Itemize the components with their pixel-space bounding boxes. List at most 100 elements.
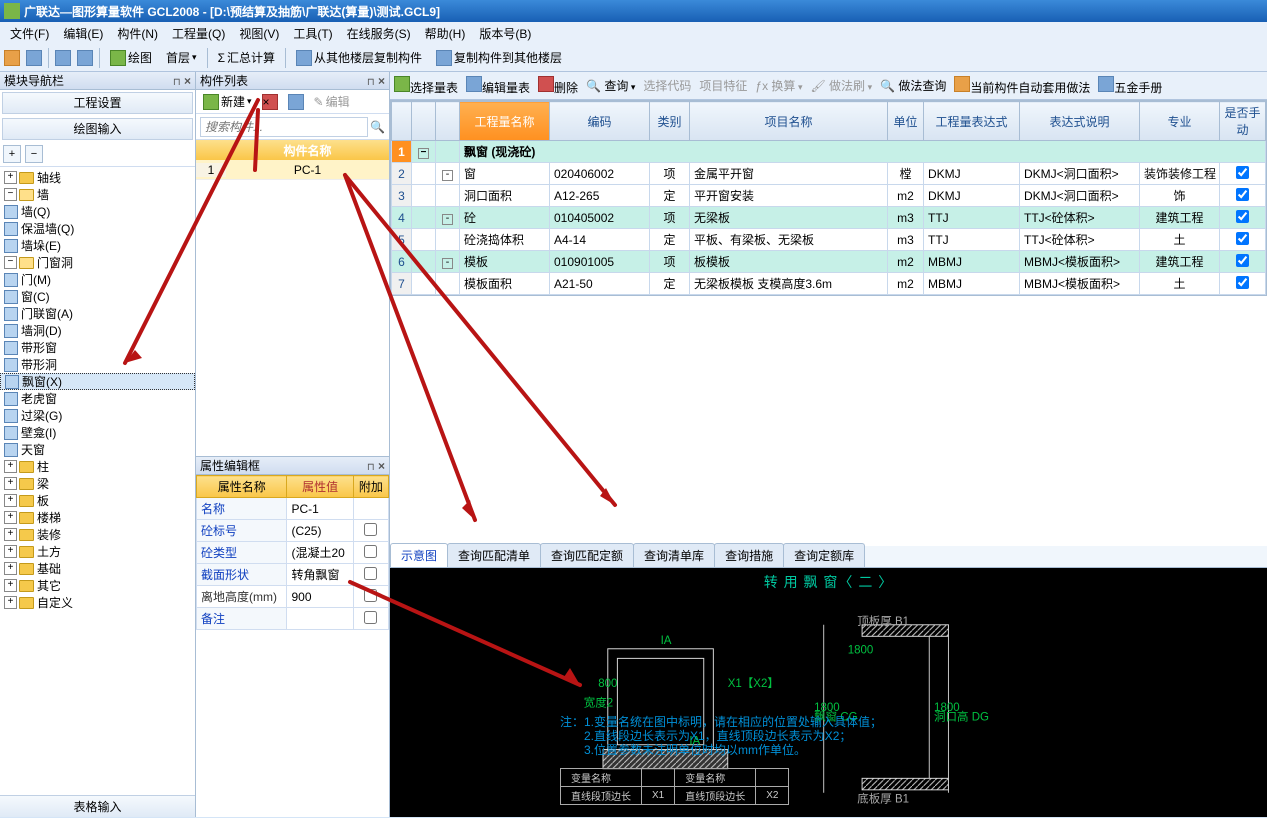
pin-icon[interactable]: ⊓ — [367, 77, 375, 88]
component-row[interactable]: 1PC-1 — [196, 160, 389, 180]
tree-earth[interactable]: +土方 — [0, 543, 195, 560]
tree-bay-window[interactable]: 飘窗(X) — [0, 373, 195, 390]
draw-button[interactable]: 绘图 — [106, 47, 156, 68]
table-row[interactable]: 5砼浇捣体积A4-14定平板、有梁板、无梁板m3TTJTTJ<砼体积>土 — [392, 229, 1266, 251]
menu-version[interactable]: 版本号(B) — [473, 23, 537, 44]
tree-slab[interactable]: +板 — [0, 492, 195, 509]
menu-component[interactable]: 构件(N) — [111, 23, 164, 44]
brush-button[interactable]: 🖌 做法刷 — [810, 77, 872, 94]
tree-strip-window[interactable]: 带形窗 — [0, 339, 195, 356]
copy-from-button[interactable]: 从其他楼层复制构件 — [292, 47, 426, 68]
undo-icon[interactable] — [55, 50, 71, 66]
menu-help[interactable]: 帮助(H) — [419, 23, 472, 44]
table-row[interactable]: 6-模板010901005项板模板m2MBMJMBMJ<模板面积>建筑工程 — [392, 251, 1266, 273]
tree-wall-q[interactable]: 墙(Q) — [0, 203, 195, 220]
menu-quantity[interactable]: 工程量(Q) — [166, 23, 231, 44]
query-button[interactable]: 🔍 查询 — [586, 77, 635, 94]
nav-sheet-input[interactable]: 表格输入 — [0, 795, 195, 817]
close-icon[interactable]: × — [378, 74, 385, 88]
save-icon[interactable] — [26, 50, 42, 66]
floor-dropdown[interactable]: 首层 — [162, 47, 201, 68]
select-qty-button[interactable]: 选择量表 — [394, 76, 458, 96]
prop-extra-check[interactable] — [364, 567, 377, 580]
swap-button[interactable]: ƒx 换算 — [755, 77, 802, 94]
delete-button[interactable]: 删除 — [538, 76, 578, 96]
tree-thermal-wall[interactable]: 保温墙(Q) — [0, 220, 195, 237]
pin-icon[interactable]: ⊓ — [367, 462, 375, 473]
new-button[interactable]: 新建 — [200, 92, 255, 111]
tab-measure[interactable]: 查询措施 — [714, 543, 784, 567]
delete-button[interactable]: × — [259, 93, 281, 111]
quantity-table[interactable]: 工程量名称 编码类别项目名称 单位工程量表达式表达式说明 专业是否手动 1−飘窗… — [391, 101, 1266, 295]
tree-stair[interactable]: +楼梯 — [0, 509, 195, 526]
auto-apply-button[interactable]: 当前构件自动套用做法 — [954, 76, 1090, 96]
close-icon[interactable]: × — [378, 459, 385, 473]
prop-value[interactable]: PC-1 — [287, 498, 353, 520]
manual-check[interactable] — [1236, 210, 1249, 223]
tree-deco[interactable]: +装修 — [0, 526, 195, 543]
manual-check[interactable] — [1236, 232, 1249, 245]
tree-skylight[interactable]: 天窗 — [0, 441, 195, 458]
prop-extra-check[interactable] — [364, 523, 377, 536]
copy-button[interactable] — [285, 93, 307, 111]
tree-door-window[interactable]: −门窗洞 — [0, 254, 195, 271]
tab-list-lib[interactable]: 查询清单库 — [633, 543, 715, 567]
sum-button[interactable]: Σ 汇总计算 — [214, 47, 279, 68]
tree-wall-stack[interactable]: 墙垛(E) — [0, 237, 195, 254]
menu-view[interactable]: 视图(V) — [233, 23, 285, 44]
tab-diagram[interactable]: 示意图 — [390, 543, 448, 567]
menu-edit[interactable]: 编辑(E) — [57, 23, 109, 44]
hardware-manual-button[interactable]: 五金手册 — [1098, 76, 1162, 96]
tree-custom[interactable]: +自定义 — [0, 594, 195, 611]
table-row[interactable]: 4-砼010405002项无梁板m3TTJTTJ<砼体积>建筑工程 — [392, 207, 1266, 229]
manual-check[interactable] — [1236, 188, 1249, 201]
manual-check[interactable] — [1236, 276, 1249, 289]
tree-axis[interactable]: +轴线 — [0, 169, 195, 186]
menu-file[interactable]: 文件(F) — [4, 23, 55, 44]
collapse-all-button[interactable]: − — [25, 145, 43, 163]
select-code-button[interactable]: 选择代码 — [643, 77, 691, 94]
open-icon[interactable] — [4, 50, 20, 66]
menu-online[interactable]: 在线服务(S) — [341, 23, 417, 44]
item-attr-button[interactable]: 项目特征 — [699, 77, 747, 94]
tree-wall-hole[interactable]: 墙洞(D) — [0, 322, 195, 339]
search-input[interactable] — [200, 117, 368, 137]
nav-draw-input[interactable]: 绘图输入 — [2, 118, 193, 140]
tree-strip-hole[interactable]: 带形洞 — [0, 356, 195, 373]
table-row[interactable]: 7模板面积A21-50定无梁板模板 支模高度3.6mm2MBMJMBMJ<模板面… — [392, 273, 1266, 295]
tab-match-list[interactable]: 查询匹配清单 — [447, 543, 541, 567]
prop-extra-check[interactable] — [364, 589, 377, 602]
edit-qty-button[interactable]: 编辑量表 — [466, 76, 530, 96]
copy-to-button[interactable]: 复制构件到其他楼层 — [432, 47, 566, 68]
prop-extra-check[interactable] — [364, 545, 377, 558]
tree-beam[interactable]: +梁 — [0, 475, 195, 492]
tree-wall[interactable]: −墙 — [0, 186, 195, 203]
nav-project-settings[interactable]: 工程设置 — [2, 92, 193, 114]
tree-other[interactable]: +其它 — [0, 577, 195, 594]
manual-check[interactable] — [1236, 166, 1249, 179]
edit-button[interactable]: ✎ 编辑 — [311, 92, 353, 111]
tree-column[interactable]: +柱 — [0, 458, 195, 475]
tree-niche[interactable]: 壁龛(I) — [0, 424, 195, 441]
redo-icon[interactable] — [77, 50, 93, 66]
tree-found[interactable]: +基础 — [0, 560, 195, 577]
tree-window[interactable]: 窗(C) — [0, 288, 195, 305]
prop-extra-check[interactable] — [364, 611, 377, 624]
component-list-header: 构件列表 ⊓ × — [196, 72, 389, 90]
table-row[interactable]: 2-窗020406002项金属平开窗樘DKMJDKMJ<洞口面积>装饰装修工程 — [392, 163, 1266, 185]
table-row[interactable]: 3洞口面积A12-265定平开窗安装m2DKMJDKMJ<洞口面积>饰 — [392, 185, 1266, 207]
expand-all-button[interactable]: + — [3, 145, 21, 163]
tree-door[interactable]: 门(M) — [0, 271, 195, 288]
brush-query-button[interactable]: 🔍 做法查询 — [880, 77, 946, 94]
manual-check[interactable] — [1236, 254, 1249, 267]
tree-door-join[interactable]: 门联窗(A) — [0, 305, 195, 322]
close-icon[interactable]: × — [184, 74, 191, 88]
pin-icon[interactable]: ⊓ — [173, 77, 181, 88]
tab-quota-lib[interactable]: 查询定额库 — [783, 543, 865, 567]
tree-tiger-window[interactable]: 老虎窗 — [0, 390, 195, 407]
tree-lintel[interactable]: 过梁(G) — [0, 407, 195, 424]
tab-match-quota[interactable]: 查询匹配定额 — [540, 543, 634, 567]
variable-table: 变量名称变量名称 直线段顶边长X1直线顶段边长X2 — [560, 768, 789, 805]
search-icon[interactable]: 🔍 — [370, 120, 385, 134]
menu-tool[interactable]: 工具(T) — [287, 23, 338, 44]
